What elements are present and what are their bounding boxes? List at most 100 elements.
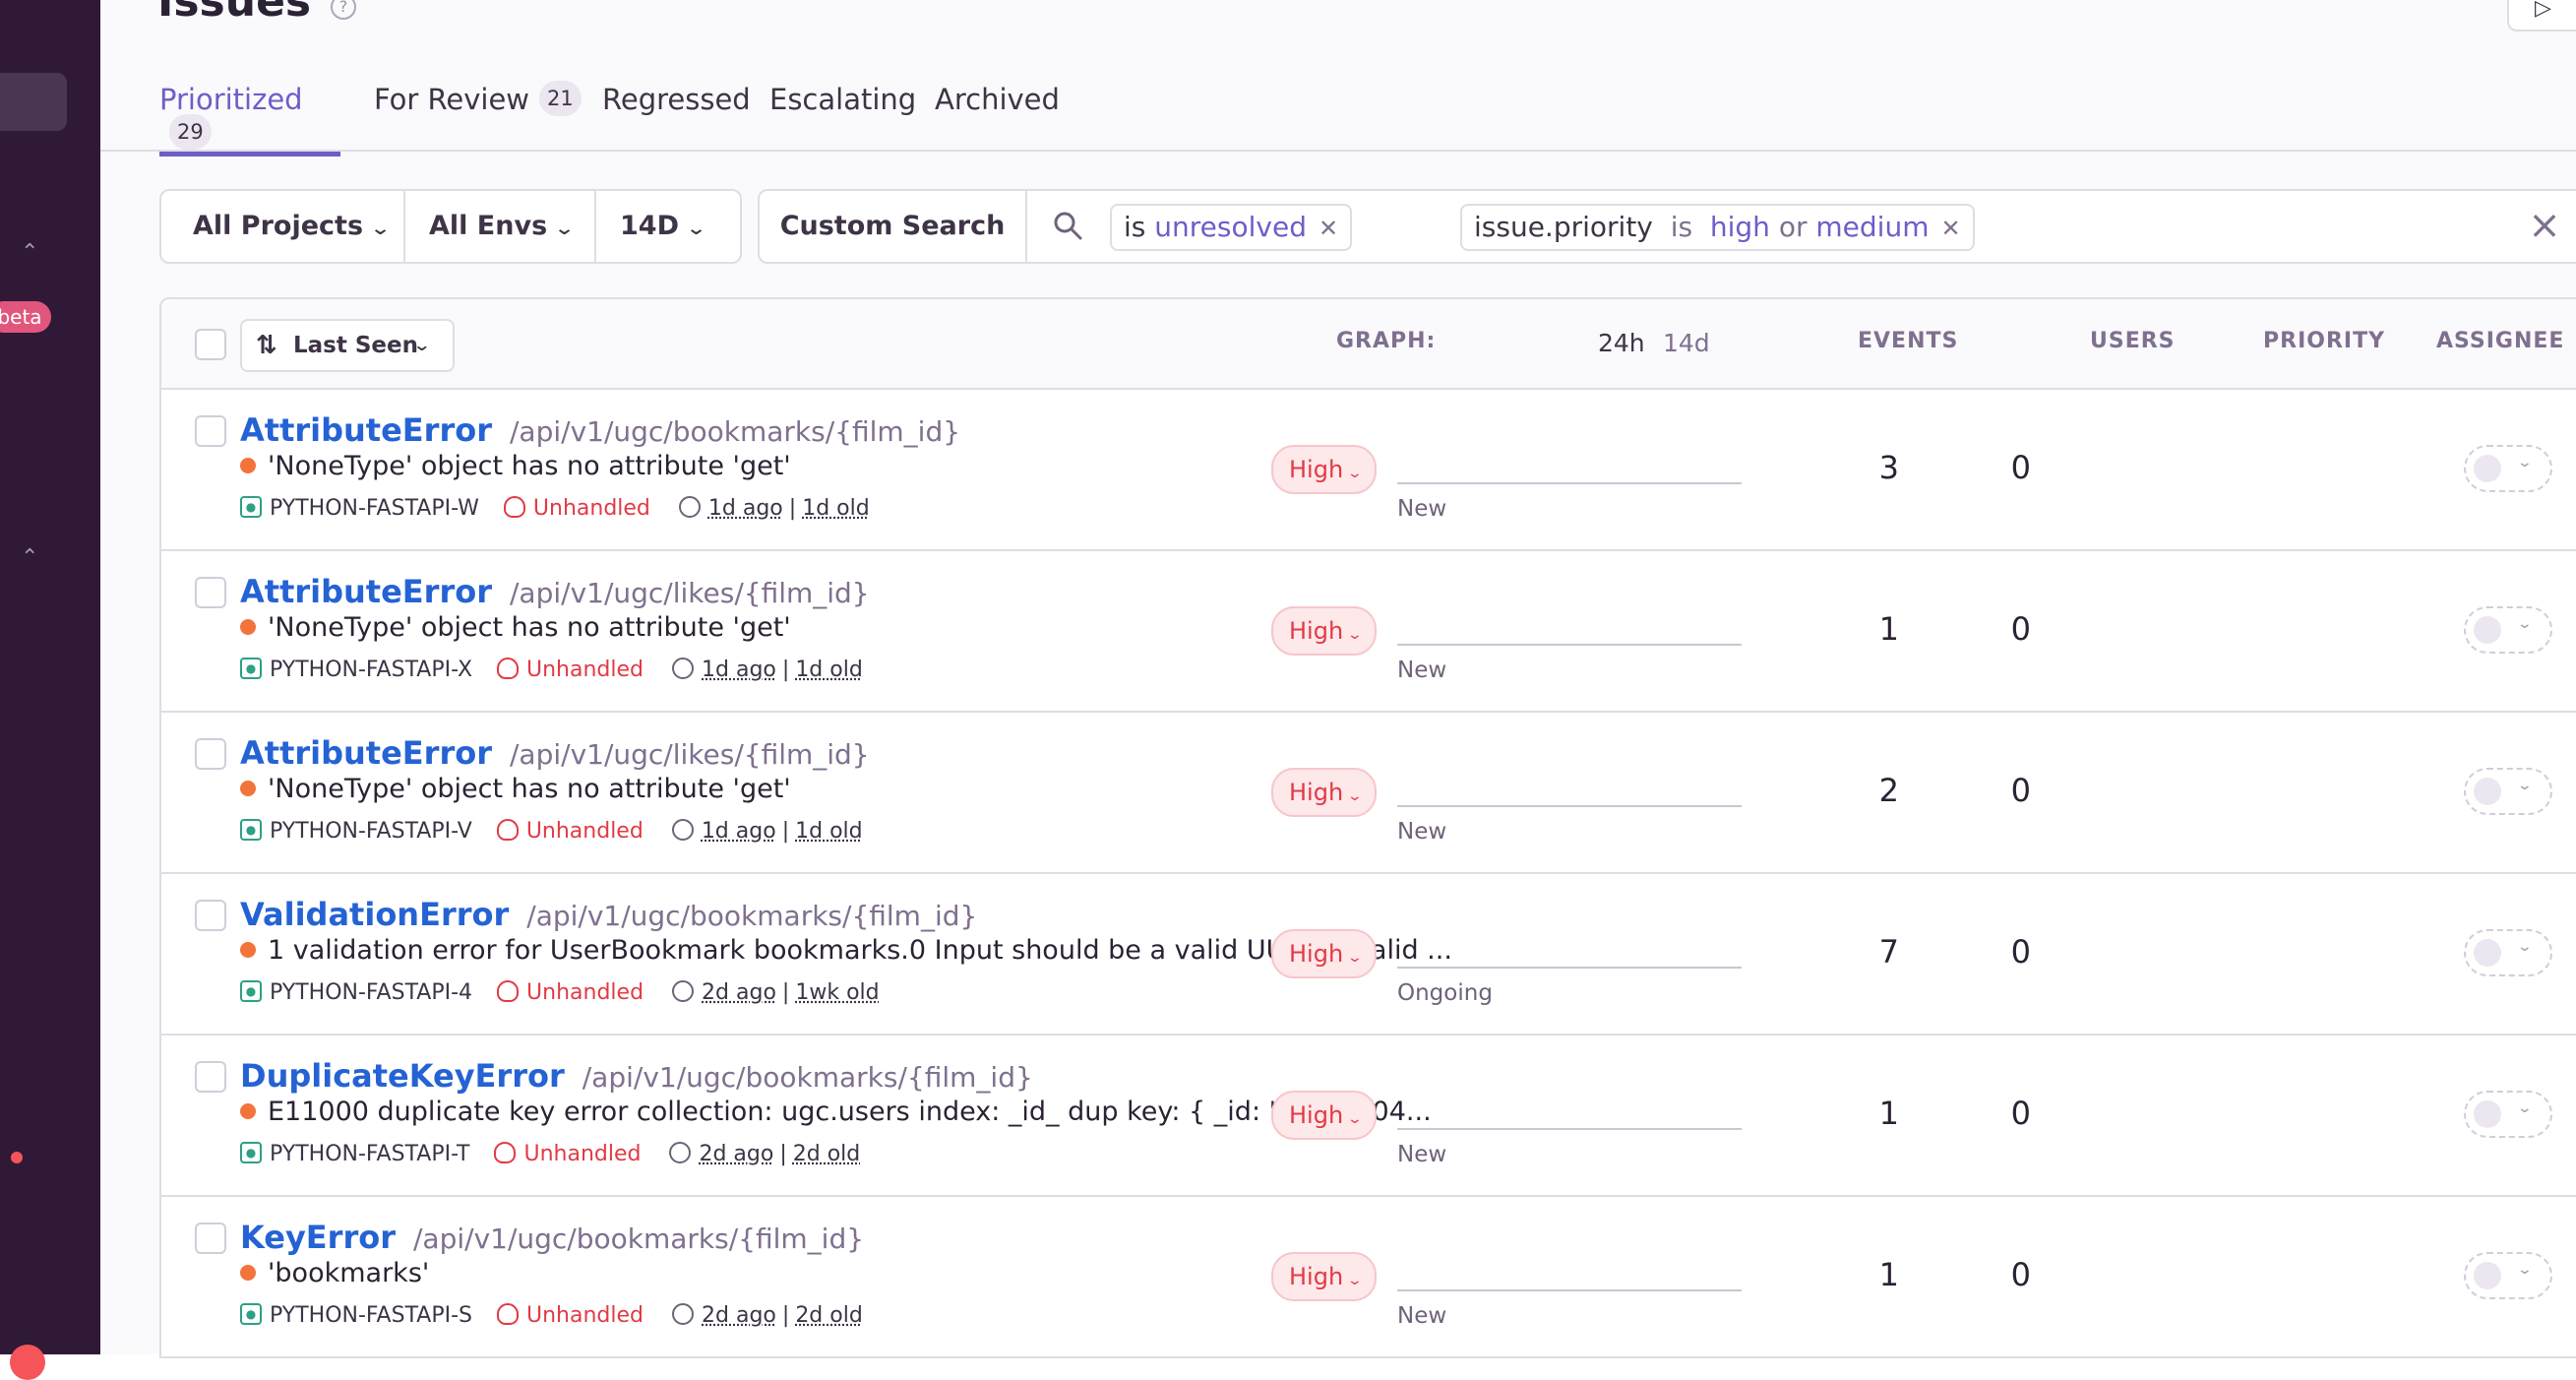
- token-value[interactable]: high: [1710, 211, 1770, 243]
- events-count[interactable]: 1: [1801, 1095, 1899, 1132]
- env-filter-label: All Envs: [429, 211, 547, 241]
- events-count[interactable]: 2: [1801, 772, 1899, 809]
- assignee-selector[interactable]: ⌄: [2464, 1091, 2552, 1138]
- issue-row[interactable]: AttributeError/api/v1/ugc/likes/{film_id…: [161, 551, 2576, 713]
- remove-token-icon[interactable]: ✕: [1940, 215, 1960, 242]
- issue-title-link[interactable]: DuplicateKeyError: [240, 1057, 565, 1095]
- last-seen[interactable]: 2d ago: [699, 1142, 773, 1166]
- priority-dropdown[interactable]: High ⌄: [1271, 1091, 1377, 1140]
- issue-short-id[interactable]: PYTHON-FASTAPI-4: [270, 980, 472, 1005]
- users-count[interactable]: 0: [1932, 933, 2031, 971]
- divider: |: [782, 1303, 789, 1328]
- priority-dropdown[interactable]: High ⌄: [1271, 445, 1377, 494]
- issue-short-id[interactable]: PYTHON-FASTAPI-V: [270, 819, 472, 844]
- last-seen[interactable]: 2d ago: [702, 980, 776, 1005]
- tab-archived[interactable]: Archived: [935, 83, 1060, 152]
- events-count[interactable]: 1: [1801, 610, 1899, 648]
- first-seen[interactable]: 1d old: [802, 496, 870, 521]
- search-token-status[interactable]: is unresolved ✕: [1110, 204, 1352, 251]
- assignee-selector[interactable]: ⌄: [2464, 929, 2552, 976]
- events-count[interactable]: 7: [1801, 933, 1899, 971]
- assignee-selector[interactable]: ⌄: [2464, 768, 2552, 815]
- users-count[interactable]: 0: [1932, 449, 2031, 486]
- level-indicator-icon: [240, 942, 256, 958]
- row-checkbox[interactable]: [195, 900, 226, 931]
- issue-tabs: Prioritized29 For Review 21 Regressed Esc…: [100, 0, 2576, 152]
- priority-dropdown[interactable]: High ⌄: [1271, 929, 1377, 978]
- level-indicator-icon: [240, 1265, 256, 1281]
- search-token-priority[interactable]: issue.priority is high or medium ✕: [1460, 204, 1975, 251]
- clock-icon: [669, 1142, 691, 1163]
- sidebar-collapse-chevron-icon[interactable]: ⌃: [21, 242, 38, 264]
- priority-header: PRIORITY: [2263, 329, 2385, 353]
- row-checkbox[interactable]: [195, 415, 226, 447]
- issue-short-id[interactable]: PYTHON-FASTAPI-T: [270, 1142, 469, 1166]
- issue-short-id[interactable]: PYTHON-FASTAPI-X: [270, 658, 472, 682]
- token-operator[interactable]: is: [1671, 211, 1692, 243]
- row-checkbox[interactable]: [195, 1223, 226, 1254]
- events-count[interactable]: 1: [1801, 1256, 1899, 1293]
- first-seen[interactable]: 2d old: [793, 1142, 861, 1166]
- last-seen[interactable]: 1d ago: [708, 496, 783, 521]
- sort-dropdown[interactable]: ⇅ Last Seen ⌄: [240, 319, 455, 372]
- tab-regressed[interactable]: Regressed: [602, 83, 751, 152]
- users-count[interactable]: 0: [1932, 1095, 2031, 1132]
- assignee-selector[interactable]: ⌄: [2464, 606, 2552, 654]
- date-range-filter-button[interactable]: 14D ⌄: [620, 191, 704, 262]
- custom-search-button[interactable]: Custom Search: [760, 191, 1027, 262]
- issue-title-link[interactable]: AttributeError: [240, 734, 492, 772]
- priority-dropdown[interactable]: High ⌄: [1271, 606, 1377, 656]
- sidebar-collapse-chevron-icon[interactable]: ⌃: [21, 547, 38, 569]
- tab-for-review[interactable]: For Review 21: [374, 83, 582, 152]
- row-checkbox[interactable]: [195, 1061, 226, 1093]
- graph-period-14d[interactable]: 14d: [1663, 329, 1710, 357]
- row-checkbox[interactable]: [195, 738, 226, 770]
- issue-row[interactable]: ValidationError/api/v1/ugc/bookmarks/{fi…: [161, 874, 2576, 1035]
- chevron-down-icon: ⌄: [2517, 616, 2533, 632]
- issue-title-link[interactable]: ValidationError: [240, 896, 509, 933]
- sidebar-active-item[interactable]: [0, 73, 67, 131]
- issue-row[interactable]: KeyError/api/v1/ugc/bookmarks/{film_id} …: [161, 1197, 2576, 1358]
- events-count[interactable]: 3: [1801, 449, 1899, 486]
- issue-row[interactable]: AttributeError/api/v1/ugc/bookmarks/{fil…: [161, 390, 2576, 551]
- issue-title-link[interactable]: AttributeError: [240, 411, 492, 449]
- issue-search-bar[interactable]: Custom Search is unresolved ✕ issue.prior…: [758, 189, 2576, 264]
- avatar: [2474, 1100, 2501, 1128]
- last-seen[interactable]: 2d ago: [702, 1303, 776, 1328]
- token-value[interactable]: unresolved: [1154, 211, 1307, 243]
- select-all-checkbox[interactable]: [195, 329, 226, 360]
- first-seen[interactable]: 1d old: [795, 658, 863, 682]
- first-seen[interactable]: 1d old: [795, 819, 863, 844]
- issue-meta: ● PYTHON-FASTAPI-4 Unhandled 2d ago | 1wk o…: [240, 980, 880, 1005]
- users-count[interactable]: 0: [1932, 772, 2031, 809]
- priority-dropdown[interactable]: High ⌄: [1271, 1252, 1377, 1301]
- assignee-selector[interactable]: ⌄: [2464, 445, 2552, 492]
- remove-token-icon[interactable]: ✕: [1319, 215, 1338, 242]
- first-seen[interactable]: 2d old: [795, 1303, 863, 1328]
- issue-status-label: Ongoing: [1397, 980, 1493, 1006]
- sidebar-avatar[interactable]: [10, 1345, 45, 1380]
- last-seen[interactable]: 1d ago: [702, 819, 776, 844]
- graph-period-24h[interactable]: 24h: [1598, 329, 1645, 357]
- users-count[interactable]: 0: [1932, 610, 2031, 648]
- issue-title-link[interactable]: AttributeError: [240, 573, 492, 610]
- issue-short-id[interactable]: PYTHON-FASTAPI-S: [270, 1303, 472, 1328]
- issue-row[interactable]: AttributeError/api/v1/ugc/likes/{film_id…: [161, 713, 2576, 874]
- issue-title-link[interactable]: KeyError: [240, 1219, 396, 1256]
- tab-escalating[interactable]: Escalating: [769, 83, 916, 152]
- token-key: is: [1124, 211, 1145, 243]
- clear-search-icon[interactable]: ×: [2527, 209, 2562, 244]
- priority-dropdown[interactable]: High ⌄: [1271, 768, 1377, 817]
- issue-message-text: 'NoneType' object has no attribute 'get': [268, 451, 791, 481]
- row-checkbox[interactable]: [195, 577, 226, 608]
- users-count[interactable]: 0: [1932, 1256, 2031, 1293]
- issue-row[interactable]: DuplicateKeyError/api/v1/ugc/bookmarks/{…: [161, 1035, 2576, 1197]
- environment-filter-button[interactable]: All Envs ⌄: [429, 191, 572, 262]
- last-seen[interactable]: 1d ago: [702, 658, 776, 682]
- assignee-selector[interactable]: ⌄: [2464, 1252, 2552, 1299]
- token-value[interactable]: medium: [1815, 211, 1929, 243]
- first-seen[interactable]: 1wk old: [795, 980, 879, 1005]
- tab-prioritized[interactable]: Prioritized29: [159, 83, 340, 157]
- project-filter-button[interactable]: All Projects ⌄: [193, 191, 388, 262]
- issue-short-id[interactable]: PYTHON-FASTAPI-W: [270, 496, 479, 521]
